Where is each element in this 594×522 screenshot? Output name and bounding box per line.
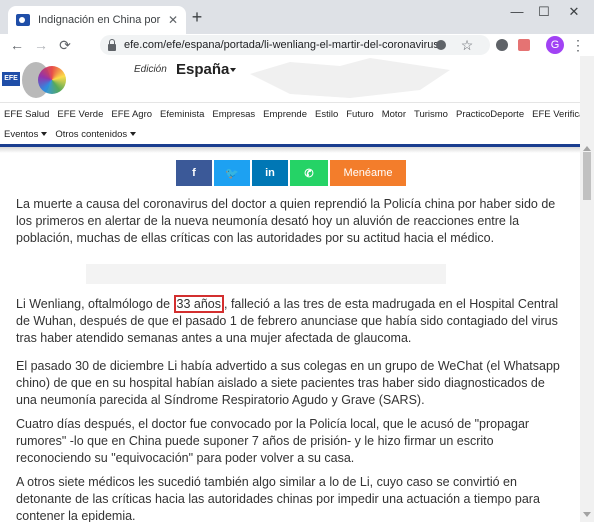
nav-row-secondary: Eventos Otros contenidos bbox=[4, 125, 144, 143]
back-icon[interactable]: ← bbox=[8, 36, 26, 54]
minimize-button[interactable]: — bbox=[506, 4, 528, 19]
scrollbar-thumb[interactable] bbox=[583, 152, 591, 200]
article-paragraph-1: La muerte a causa del coronavirus del do… bbox=[16, 197, 556, 245]
site-header: EFE Edición España bbox=[0, 56, 580, 102]
lock-icon[interactable] bbox=[108, 38, 116, 51]
ad-placeholder bbox=[86, 264, 446, 284]
tab-title: Indignación en China por la mue bbox=[38, 14, 164, 26]
edition-label: Edición bbox=[134, 64, 167, 75]
nav-item-eventos[interactable]: Eventos bbox=[4, 129, 47, 140]
nav-item-efe-verde[interactable]: EFE Verde bbox=[57, 109, 103, 120]
nav-item-efe-salud[interactable]: EFE Salud bbox=[4, 109, 49, 120]
nav-item-efe-agro[interactable]: EFE Agro bbox=[111, 109, 152, 120]
nav-row-primary: EFE Salud EFE Verde EFE Agro Efeminista Empr… bbox=[4, 105, 592, 123]
scroll-down-icon[interactable] bbox=[583, 512, 591, 517]
forward-icon[interactable]: → bbox=[32, 36, 50, 54]
tab-close-icon[interactable]: ✕ bbox=[168, 13, 178, 27]
browser-toolbar: ← → ⟳ efe.com/efe/espana/portada/li-wenl… bbox=[0, 34, 594, 56]
star-icon[interactable]: ☆ bbox=[460, 38, 474, 52]
browser-tab-strip: Indignación en China por la mue ✕ + — ☐ … bbox=[0, 0, 594, 34]
chevron-down-icon[interactable] bbox=[230, 68, 236, 72]
efe-logo-graphic[interactable] bbox=[22, 60, 66, 100]
site-nav: EFE Salud EFE Verde EFE Agro Efeminista Empr… bbox=[0, 102, 584, 146]
nav-item-efe-verifica[interactable]: EFE Verifica bbox=[532, 109, 584, 120]
nav-item-estilo[interactable]: Estilo bbox=[315, 109, 338, 120]
article-paragraph-5: A otros siete médicos les sucedió tambié… bbox=[16, 475, 540, 522]
nav-item-emprende[interactable]: Emprende bbox=[263, 109, 307, 120]
article-paragraph-2: Li Wenliang, oftalmólogo de 33 años, fal… bbox=[16, 295, 559, 345]
share-facebook-button[interactable]: f bbox=[176, 160, 212, 186]
address-bar[interactable]: efe.com/efe/espana/portada/li-wenliang-e… bbox=[100, 35, 490, 55]
close-window-button[interactable]: ✕ bbox=[563, 4, 585, 20]
web-page: EFE Edición España EFE Salud EFE Verde EFE… bbox=[0, 56, 594, 522]
nav-item-turismo[interactable]: Turismo bbox=[414, 109, 448, 120]
url-text[interactable]: efe.com/efe/espana/portada/li-wenliang-e… bbox=[124, 39, 444, 51]
nav-item-futuro[interactable]: Futuro bbox=[346, 109, 373, 120]
reload-icon[interactable]: ⟳ bbox=[56, 36, 74, 54]
share-twitter-button[interactable]: 🐦 bbox=[214, 160, 250, 186]
nav-item-motor[interactable]: Motor bbox=[382, 109, 406, 120]
pdf-extension-icon[interactable] bbox=[518, 39, 530, 51]
cookie-blocked-icon[interactable] bbox=[436, 40, 446, 50]
share-whatsapp-button[interactable]: ✆ bbox=[290, 160, 328, 186]
profile-avatar[interactable]: G bbox=[546, 36, 564, 54]
new-tab-button[interactable]: + bbox=[188, 8, 206, 26]
extension-icon[interactable] bbox=[496, 39, 508, 51]
highlighted-age: 33 años bbox=[173, 295, 224, 313]
edition-selector[interactable]: España bbox=[176, 61, 229, 78]
maximize-button[interactable]: ☐ bbox=[533, 4, 555, 20]
menu-icon[interactable]: ⋮ bbox=[571, 36, 585, 54]
nav-item-efeminista[interactable]: Efeminista bbox=[160, 109, 204, 120]
nav-item-empresas[interactable]: Empresas bbox=[212, 109, 255, 120]
nav-item-otros-contenidos[interactable]: Otros contenidos bbox=[55, 129, 136, 140]
nav-item-practicodeporte[interactable]: PracticoDeporte bbox=[456, 109, 524, 120]
page-scrollbar[interactable] bbox=[580, 56, 594, 522]
share-meneame-button[interactable]: Menéame bbox=[330, 160, 406, 186]
world-map-decoration bbox=[250, 58, 450, 98]
browser-tab[interactable]: Indignación en China por la mue ✕ bbox=[8, 6, 186, 34]
article-paragraph-4: Cuatro días después, el doctor fue convo… bbox=[16, 417, 530, 465]
scroll-up-icon[interactable] bbox=[583, 146, 591, 151]
efe-favicon-icon bbox=[16, 14, 30, 26]
article-paragraph-3: El pasado 30 de diciembre Li había adver… bbox=[16, 359, 560, 407]
efe-logo[interactable]: EFE bbox=[2, 72, 20, 86]
share-linkedin-button[interactable]: in bbox=[252, 160, 288, 186]
